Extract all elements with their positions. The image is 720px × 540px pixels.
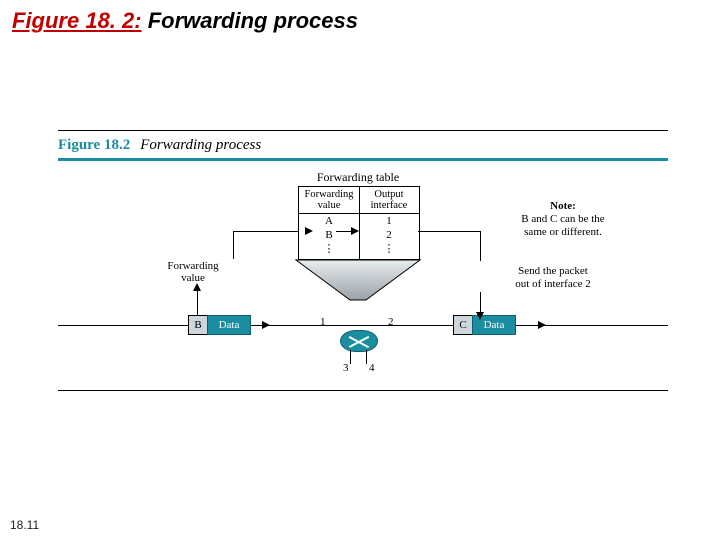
figure-caption-number: Figure 18.2: [58, 137, 130, 153]
forwarding-table-header-right-l1: Output: [374, 189, 403, 200]
forwarding-table-header-left-l2: value: [318, 200, 341, 211]
send-packet-line1: Send the packet: [518, 265, 588, 277]
figure-caption: Figure 18.2 Forwarding process: [58, 137, 261, 154]
router-icon: [340, 330, 378, 352]
note-heading: Note:: [550, 200, 576, 212]
figure-area: Figure 18.2 Forwarding process Forwarding…: [58, 130, 668, 420]
forwarding-table-right-row-1: 2: [359, 228, 419, 242]
port-2-label: 2: [388, 316, 394, 328]
forwarding-table-left-row-2: ⋮: [299, 242, 359, 256]
path-b-up: [197, 290, 198, 315]
router-port-4-stub: [366, 350, 367, 364]
forwarding-table-header-left: Forwarding value: [299, 187, 359, 214]
forwarding-table-right-row-0: 1: [359, 214, 419, 228]
note-box: Note: B and C can be the same or differe…: [498, 200, 628, 240]
path-b-up-arrow-icon: [193, 283, 201, 291]
left-packet-arrow-icon: [262, 321, 270, 329]
send-packet-line2: out of interface 2: [515, 278, 590, 290]
note-line2: same or different.: [524, 226, 602, 238]
forwarding-table-right-row-2: ⋮: [359, 242, 419, 256]
row-b-to-output-line: [336, 231, 352, 232]
forwarding-table-left-row-0: A: [299, 214, 359, 228]
page-number: 18.11: [10, 518, 39, 532]
port-4-label: 4: [369, 362, 375, 374]
funnel-icon: [294, 258, 422, 302]
slide-title-figure-number: Figure 18. 2:: [12, 8, 142, 33]
slide-title-text: Forwarding process: [142, 8, 358, 33]
port-1-label: 1: [320, 316, 326, 328]
port-3-label: 3: [343, 362, 349, 374]
router-port-3-stub: [350, 350, 351, 364]
figure-teal-rule: [58, 158, 668, 161]
row-b-to-output-arrow-icon: [351, 227, 359, 235]
network-line: [58, 325, 668, 326]
forwarding-table-label: Forwarding table: [303, 170, 413, 185]
left-packet-tag: B: [188, 315, 208, 335]
arrow-into-row-b-icon: [305, 227, 313, 235]
forwarding-table: Forwarding value A B ⋮ Output interface …: [298, 186, 420, 260]
forwarding-table-header-right-l2: interface: [371, 200, 408, 211]
forwarding-table-header-left-l1: Forwarding: [305, 189, 354, 200]
note-line1: B and C can be the: [521, 213, 604, 225]
path-out-right-1: [418, 231, 480, 232]
forwarding-table-col-left: Forwarding value A B ⋮: [299, 187, 360, 259]
path-b-across-to-table: [233, 231, 298, 232]
slide-title: Figure 18. 2: Forwarding process: [12, 8, 358, 34]
path-b-corner-down: [233, 231, 234, 259]
forwarding-table-header-right: Output interface: [359, 187, 419, 214]
router-port-1-stub: [328, 325, 340, 326]
path-send-down: [480, 292, 481, 314]
figure-caption-text: Forwarding process: [140, 137, 261, 153]
figure-bottom-rule: [58, 390, 668, 391]
right-packet-arrow-icon: [538, 321, 546, 329]
figure-top-rule: [58, 130, 668, 131]
forwarding-value-label-l1: Forwarding: [167, 260, 218, 272]
path-send-down-arrow-icon: [476, 312, 484, 320]
forwarding-value-label: Forwarding value: [158, 260, 228, 284]
path-out-right-2: [480, 231, 481, 261]
send-packet-label: Send the packet out of interface 2: [493, 265, 613, 290]
forwarding-table-col-right: Output interface 1 2 ⋮: [359, 187, 419, 259]
router-cross-icon: [341, 331, 377, 351]
left-packet-data: Data: [207, 315, 251, 335]
right-packet-tag: C: [453, 315, 473, 335]
router-port-2-stub: [376, 325, 388, 326]
